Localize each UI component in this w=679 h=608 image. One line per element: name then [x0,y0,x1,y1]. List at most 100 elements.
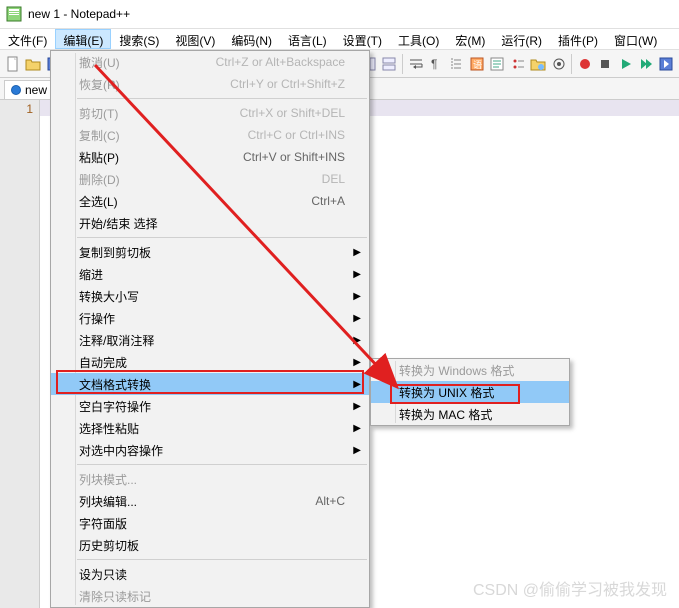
submenu-arrow-icon: ▶ [353,401,361,412]
monitor-button[interactable] [549,53,568,75]
menu-separator [77,237,367,238]
play-multi-button[interactable] [636,53,655,75]
menu-item: 清除只读标记 [51,585,369,607]
doc-map-button[interactable] [488,53,507,75]
submenu-arrow-icon: ▶ [353,357,361,368]
indent-guide-button[interactable] [447,53,466,75]
menu-item[interactable]: 字符面版 [51,512,369,534]
menu-item-label: 历史剪切板 [79,537,345,554]
menu-item[interactable]: 选择性粘贴 ▶ [51,417,369,439]
app-window: new 1 - Notepad++ 文件(F)编辑(E)搜索(S)视图(V)编码… [0,0,679,608]
titlebar: new 1 - Notepad++ [0,0,679,28]
menu-item[interactable]: 历史剪切板 [51,534,369,556]
menu-item-label: 选择性粘贴 [79,420,345,437]
menu-item[interactable]: 编码(N) [223,29,280,49]
menu-item-shortcut: Ctrl+C or Ctrl+INS [248,128,345,142]
menu-item[interactable]: 复制到剪切板▶ [51,241,369,263]
folder-workspace-button[interactable] [528,53,547,75]
svg-text:语: 语 [473,60,482,70]
menu-item: 剪切(T)Ctrl+X or Shift+DEL [51,102,369,124]
menu-item: 复制(C) Ctrl+C or Ctrl+INS [51,124,369,146]
line-number: 1 [6,102,33,116]
play-macro-button[interactable] [616,53,635,75]
submenu-item-label: 转换为 UNIX 格式 [399,384,545,401]
new-file-button[interactable] [3,53,22,75]
menu-item-label: 全选(L) [79,193,281,210]
menu-item[interactable]: 文档格式转换▶ [51,373,369,395]
show-all-chars-button[interactable]: ¶ [426,53,445,75]
submenu-item[interactable]: 转换为 MAC 格式 [371,403,569,425]
menu-item-label: 复制到剪切板 [79,244,345,261]
menu-item-label: 对选中内容操作 [79,442,345,459]
menu-item[interactable]: 编辑(E) [55,29,111,49]
menu-item[interactable]: 设为只读 [51,563,369,585]
lang-button[interactable]: 语 [467,53,486,75]
submenu-arrow-icon: ▶ [353,423,361,434]
submenu-item[interactable]: 转换为 UNIX 格式 [371,381,569,403]
menu-item[interactable]: 工具(O) [390,29,447,49]
line-number-gutter: 1 [0,100,40,608]
submenu-item-label: 转换为 Windows 格式 [399,362,545,379]
menu-item[interactable]: 空白字符操作 ▶ [51,395,369,417]
menu-item-shortcut: Ctrl+Z or Alt+Backspace [216,55,345,69]
menu-item[interactable]: 缩进▶ [51,263,369,285]
eol-conversion-submenu: 转换为 Windows 格式转换为 UNIX 格式转换为 MAC 格式 [370,358,570,426]
menu-item[interactable]: 转换大小写 ▶ [51,285,369,307]
menu-item-shortcut: Ctrl+X or Shift+DEL [240,106,345,120]
menu-separator [77,98,367,99]
menu-item-label: 空白字符操作 [79,398,345,415]
menu-separator [77,464,367,465]
menu-item[interactable]: 插件(P) [550,29,606,49]
func-list-button[interactable] [508,53,527,75]
menu-item-label: 复制(C) [79,127,218,144]
menu-item[interactable]: 搜索(S) [111,29,167,49]
menu-item[interactable]: 行操作 ▶ [51,307,369,329]
menu-item-label: 清除只读标记 [79,588,345,605]
save-macro-button[interactable] [657,53,676,75]
menu-item-label: 字符面版 [79,515,345,532]
submenu-arrow-icon: ▶ [353,313,361,324]
submenu-item: 转换为 Windows 格式 [371,359,569,381]
menu-item-label: 开始/结束 选择 [79,215,345,232]
menu-item[interactable]: 宏(M) [447,29,493,49]
menu-item[interactable]: 自动完成▶ [51,351,369,373]
menu-item-label: 列块编辑... [79,493,285,510]
sync-h-button[interactable] [380,53,399,75]
app-icon [6,6,22,22]
toolbar-separator [571,54,572,74]
menu-item[interactable]: 语言(L) [280,29,335,49]
menu-item-label: 设为只读 [79,566,345,583]
edit-menu-popup: 撤消(U)Ctrl+Z or Alt+Backspace恢复(R)Ctrl+Y … [50,50,370,608]
open-file-button[interactable] [23,53,42,75]
submenu-item-label: 转换为 MAC 格式 [399,406,545,423]
stop-macro-button[interactable] [596,53,615,75]
menu-item-label: 删除(D) [79,171,292,188]
menu-item[interactable]: 全选(L)Ctrl+A [51,190,369,212]
menu-item-label: 缩进 [79,266,345,283]
wrap-button[interactable] [406,53,425,75]
menu-item-shortcut: DEL [322,172,345,186]
menu-item[interactable]: 视图(V) [167,29,223,49]
menu-item[interactable]: 开始/结束 选择 [51,212,369,234]
menu-item[interactable]: 文件(F) [0,29,55,49]
menu-item-label: 行操作 [79,310,345,327]
menu-item[interactable]: 设置(T) [335,29,390,49]
menu-separator [77,559,367,560]
menu-item[interactable]: 注释/取消注释▶ [51,329,369,351]
submenu-arrow-icon: ▶ [353,291,361,302]
menu-item[interactable]: 粘贴(P)Ctrl+V or Shift+INS [51,146,369,168]
svg-text:¶: ¶ [431,57,437,71]
menu-item: 撤消(U)Ctrl+Z or Alt+Backspace [51,51,369,73]
menu-item[interactable]: 窗口(W) [606,29,665,49]
menu-item[interactable]: 列块编辑...Alt+C [51,490,369,512]
submenu-arrow-icon: ▶ [353,445,361,456]
menu-item[interactable]: 对选中内容操作 ▶ [51,439,369,461]
menu-item: 删除(D) DEL [51,168,369,190]
menu-item-label: 粘贴(P) [79,149,213,166]
menubar: 文件(F)编辑(E)搜索(S)视图(V)编码(N)语言(L)设置(T)工具(O)… [0,28,679,50]
menu-item: 列块模式... [51,468,369,490]
menu-item[interactable]: 运行(R) [493,29,550,49]
record-macro-button[interactable] [575,53,594,75]
menu-item-label: 转换大小写 [79,288,345,305]
menu-item-label: 注释/取消注释 [79,332,345,349]
